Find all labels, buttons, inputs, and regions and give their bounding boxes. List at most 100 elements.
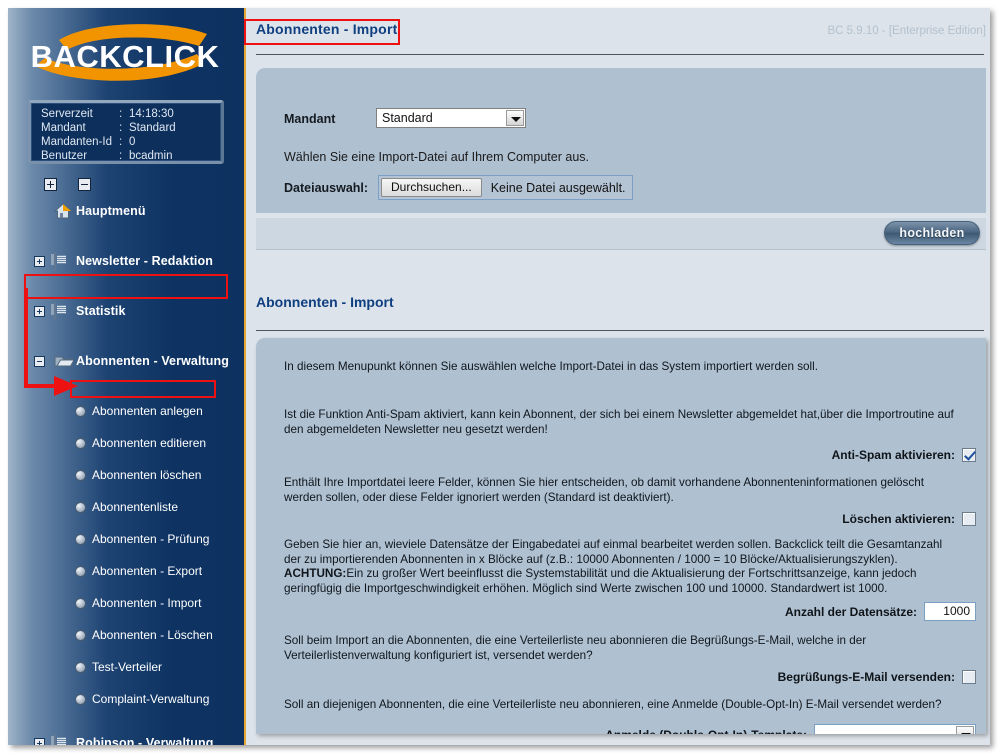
file-select-label: Dateiauswahl: <box>284 181 369 195</box>
file-input[interactable]: Durchsuchen... Keine Datei ausgewählt. <box>378 175 633 200</box>
sidebar-item-label: Robinson - Verwaltung <box>76 735 214 746</box>
sidebar-subitem-label: Test-Verteiler <box>92 660 163 674</box>
delete-checkbox[interactable] <box>962 512 976 526</box>
sidebar-subitem-label: Complaint-Verwaltung <box>92 692 210 706</box>
antispam-label: Anti-Spam aktivieren: <box>831 448 955 462</box>
sidebar-subitem-abonnenten-loeschen-klein[interactable]: Abonnenten löschen <box>8 467 244 483</box>
sidebar-subitem-label: Abonnentenliste <box>92 500 179 514</box>
sidebar-nav: Hauptmenü Newsletter - Redaktion Statist… <box>8 198 244 745</box>
collapse-all-icon[interactable] <box>78 178 92 192</box>
sidebar-item-statistik[interactable]: Statistik <box>8 298 244 323</box>
records-text-1: Geben Sie hier an, wieviele Datensätze d… <box>284 538 943 566</box>
sidebar-item-newsletter-redaktion[interactable]: Newsletter - Redaktion <box>8 248 244 273</box>
info-separator: : <box>119 108 123 120</box>
section-title: Abonnenten - Import <box>256 294 394 310</box>
sidebar-item-abonnenten-verwaltung[interactable]: Abonnenten - Verwaltung <box>8 348 244 373</box>
info-row: Mandanten-Id : 0 <box>41 136 176 150</box>
main-content: Abonnenten - Import BC 5.9.10 - [Enterpr… <box>248 8 990 745</box>
sidebar-item-label: Statistik <box>76 303 126 318</box>
app-logo: BACKCLICK <box>8 18 244 90</box>
expand-all-icon[interactable] <box>44 178 57 192</box>
sidebar-subitem-test-verteiler[interactable]: Test-Verteiler <box>8 659 244 675</box>
sidebar-subitem-label: Abonnenten - Löschen <box>92 628 213 642</box>
intro-text: In diesem Menupunkt können Sie auswählen… <box>284 360 818 373</box>
info-value: bcadmin <box>129 150 173 162</box>
application-window: BACKCLICK Serverzeit : 14:18:30 Mandant … <box>8 8 990 745</box>
expand-icon[interactable] <box>34 737 45 745</box>
welcome-label: Begrüßungs-E-Mail versenden: <box>777 670 955 684</box>
logo-text: BACKCLICK <box>31 39 220 74</box>
records-text-2: Ein zu großer Wert beeinflusst die Syste… <box>284 567 917 595</box>
screenshot-root: BACKCLICK Serverzeit : 14:18:30 Mandant … <box>0 0 998 753</box>
optin-text: Soll an diejenigen Abonnenten, die eine … <box>284 698 942 711</box>
folder-icon <box>54 251 71 271</box>
sidebar-subitem-abonnentenliste[interactable]: Abonnentenliste <box>8 499 244 515</box>
bullet-icon <box>76 407 85 416</box>
upload-panel-footer: hochladen <box>256 218 986 250</box>
expand-icon[interactable] <box>34 305 45 317</box>
info-separator: : <box>119 136 123 148</box>
folder-open-icon <box>54 353 75 369</box>
chevron-down-icon[interactable] <box>506 110 524 126</box>
records-input[interactable]: 1000 <box>924 602 976 621</box>
antispam-text: Ist die Funktion Anti-Spam aktiviert, ka… <box>284 408 954 436</box>
optin-template-select[interactable] <box>814 724 976 734</box>
info-value: Standard <box>129 122 176 134</box>
sidebar-item-label: Abonnenten - Verwaltung <box>76 353 229 368</box>
section-divider <box>256 330 984 331</box>
bullet-icon <box>76 695 85 704</box>
upload-submit-button[interactable]: hochladen <box>884 221 980 245</box>
info-row: Serverzeit : 14:18:30 <box>41 108 176 122</box>
chevron-down-icon[interactable] <box>956 726 974 734</box>
home-icon <box>53 202 73 219</box>
folder-icon <box>54 301 71 321</box>
page-title: Abonnenten - Import <box>256 21 398 37</box>
delete-text: Enthält Ihre Importdatei leere Felder, k… <box>284 476 924 504</box>
info-separator: : <box>119 150 123 162</box>
sidebar-subitem-label: Abonnenten löschen <box>92 468 202 482</box>
page-header: Abonnenten - Import BC 5.9.10 - [Enterpr… <box>248 8 990 55</box>
info-value: 0 <box>129 136 136 148</box>
optin-label: Anmelde (Double-Opt-In)-Template: <box>605 728 807 735</box>
bullet-icon <box>76 471 85 480</box>
sidebar-subitem-abonnenten-export[interactable]: Abonnenten - Export <box>8 563 244 579</box>
sidebar-item-hauptmenue[interactable]: Hauptmenü <box>8 198 244 223</box>
info-key: Mandant <box>41 122 86 134</box>
sidebar: BACKCLICK Serverzeit : 14:18:30 Mandant … <box>8 8 246 745</box>
sidebar-subitem-label: Abonnenten - Export <box>92 564 203 578</box>
server-info-box: Serverzeit : 14:18:30 Mandant : Standard… <box>28 100 224 164</box>
mandant-selected-value: Standard <box>382 111 433 125</box>
sidebar-subitem-label: Abonnenten - Import <box>92 596 202 610</box>
backclick-logo-icon: BACKCLICK <box>31 24 220 81</box>
version-label: BC 5.9.10 - [Enterprise Edition] <box>827 25 986 37</box>
sidebar-subitem-abonnenten-loeschen-gross[interactable]: Abonnenten - Löschen <box>8 627 244 643</box>
sidebar-subitem-label: Abonnenten - Prüfung <box>92 532 210 546</box>
expand-icon[interactable] <box>34 255 45 267</box>
sidebar-subitem-complaint-verwaltung[interactable]: Complaint-Verwaltung <box>8 691 244 707</box>
antispam-checkbox[interactable] <box>962 448 976 462</box>
upload-submit-label: hochladen <box>899 226 965 240</box>
sidebar-item-robinson-verwaltung[interactable]: Robinson - Verwaltung <box>8 730 244 746</box>
welcome-field: Begrüßungs-E-Mail versenden: <box>778 670 976 684</box>
collapse-icon[interactable] <box>34 355 45 367</box>
bullet-icon <box>76 631 85 640</box>
bullet-icon <box>76 535 85 544</box>
bullet-icon <box>76 663 85 672</box>
mandant-label: Mandant <box>284 112 336 126</box>
info-key: Benutzer <box>41 150 88 162</box>
antispam-field: Anti-Spam aktivieren: <box>832 448 976 462</box>
welcome-checkbox[interactable] <box>962 670 976 684</box>
records-text: Geben Sie hier an, wieviele Datensätze d… <box>284 538 956 596</box>
sidebar-subitem-abonnenten-import[interactable]: Abonnenten - Import <box>8 595 244 611</box>
sidebar-subitem-label: Abonnenten editieren <box>92 436 207 450</box>
mandant-select[interactable]: Standard <box>376 108 526 128</box>
browse-button[interactable]: Durchsuchen... <box>381 178 482 197</box>
sidebar-subitem-abonnenten-anlegen[interactable]: Abonnenten anlegen <box>8 403 244 419</box>
file-status-text: Keine Datei ausgewählt. <box>490 180 626 195</box>
info-key: Serverzeit <box>41 108 93 120</box>
optin-field: Anmelde (Double-Opt-In)-Template: <box>605 724 976 734</box>
delete-label: Löschen aktivieren: <box>842 512 955 526</box>
sidebar-subitem-abonnenten-pruefung[interactable]: Abonnenten - Prüfung <box>8 531 244 547</box>
info-row: Mandant : Standard <box>41 122 176 136</box>
sidebar-subitem-abonnenten-editieren[interactable]: Abonnenten editieren <box>8 435 244 451</box>
